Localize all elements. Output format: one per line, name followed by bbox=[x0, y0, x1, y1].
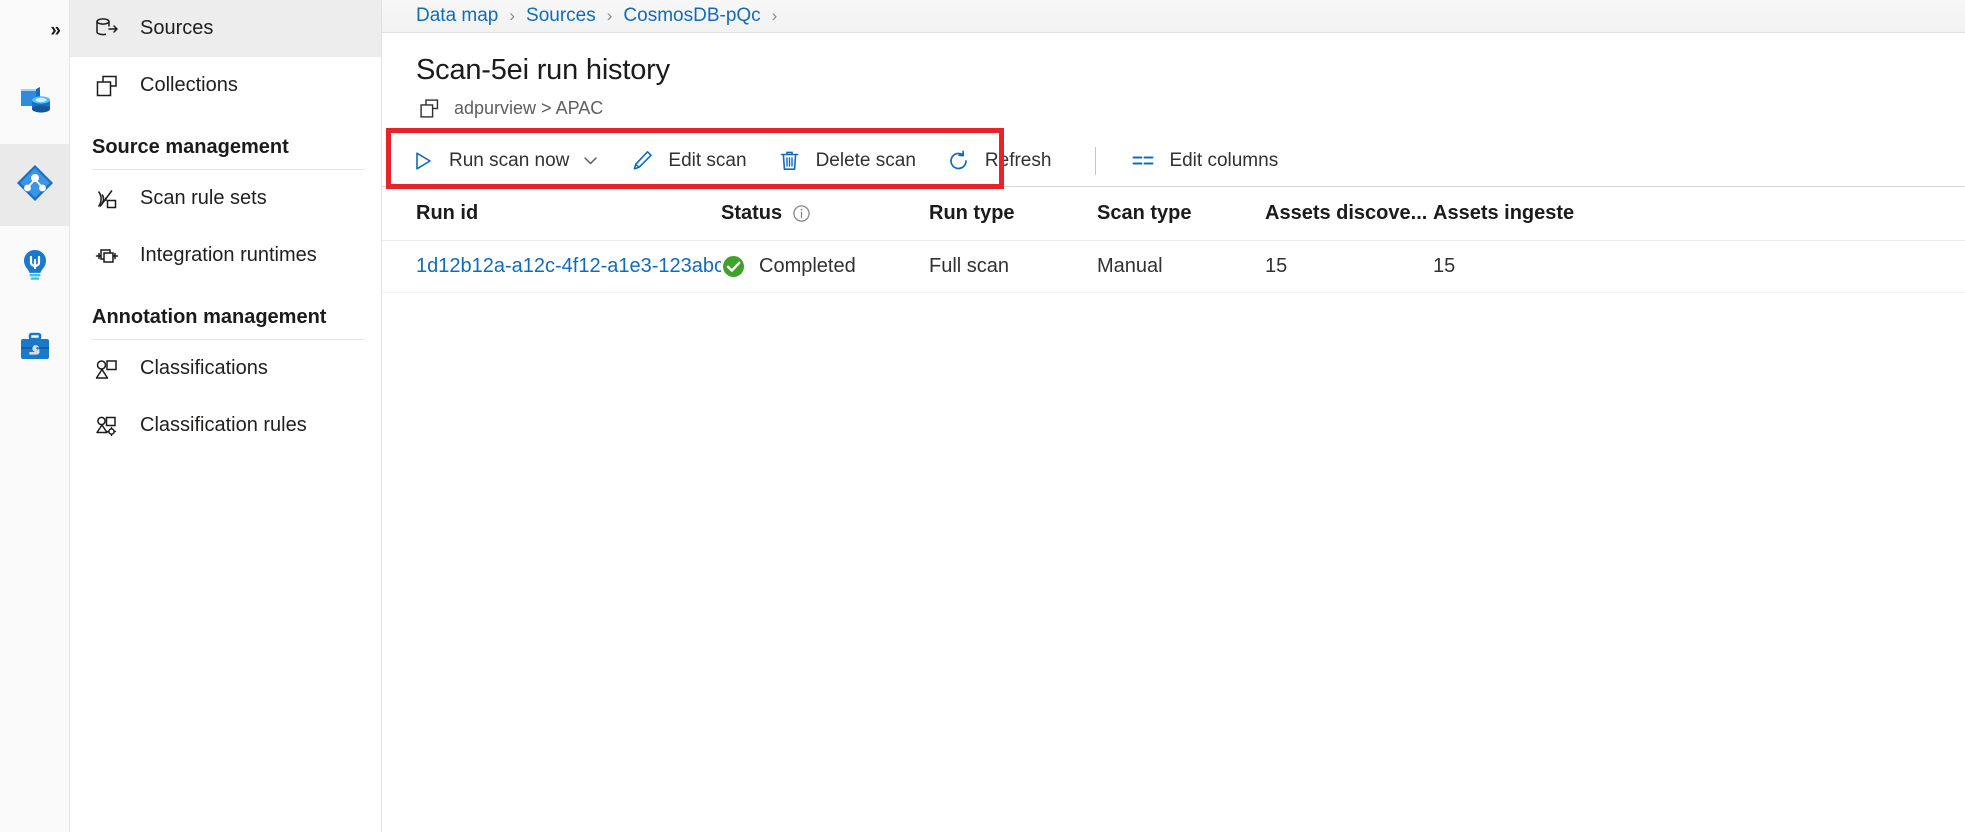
cell-scan-type: Manual bbox=[1097, 255, 1163, 277]
play-icon bbox=[410, 148, 436, 174]
collections-icon bbox=[92, 71, 122, 101]
expand-nav-label: » bbox=[50, 20, 60, 41]
edit-scan-label: Edit scan bbox=[668, 149, 747, 171]
edit-columns-icon bbox=[1130, 148, 1156, 174]
pencil-icon bbox=[629, 148, 655, 174]
chevron-down-icon[interactable] bbox=[582, 152, 599, 169]
sidebar-item-scan-rule-sets-label: Scan rule sets bbox=[140, 187, 267, 209]
status-badge: Completed bbox=[759, 255, 856, 277]
nav-group-source-management: Source management bbox=[92, 136, 289, 158]
column-header-assets-ingested[interactable]: Assets ingeste bbox=[1433, 202, 1601, 225]
secondary-nav-pane: Sources Collections Source management Sc… bbox=[70, 0, 382, 832]
cell-run-type: Full scan bbox=[929, 255, 1010, 277]
app-root: » Sources Collections Source management … bbox=[0, 0, 1965, 832]
trash-icon bbox=[777, 148, 803, 174]
command-bar-divider bbox=[1095, 146, 1097, 175]
breadcrumb-item-cosmosdb[interactable]: CosmosDB-pQc bbox=[623, 5, 760, 27]
page-subtitle-text: adpurview > APAC bbox=[454, 97, 604, 118]
refresh-label: Refresh bbox=[984, 149, 1052, 171]
expand-nav-button[interactable]: » bbox=[0, 0, 69, 62]
breadcrumb-separator-1: › bbox=[509, 6, 516, 25]
scan-rule-sets-icon bbox=[92, 184, 122, 214]
sidebar-item-integration-runtimes-label: Integration runtimes bbox=[140, 244, 317, 266]
nav-group-annotation-management: Annotation management bbox=[92, 306, 327, 328]
breadcrumb-separator-2: › bbox=[606, 6, 613, 25]
rail-item-data-catalog[interactable] bbox=[0, 62, 69, 144]
table-header-row: Run id Status Run type Scan type Assets … bbox=[382, 187, 1965, 241]
breadcrumb-item-data-map[interactable]: Data map bbox=[416, 5, 498, 27]
delete-scan-label: Delete scan bbox=[815, 149, 916, 171]
sidebar-item-classifications-label: Classifications bbox=[140, 357, 268, 379]
integration-runtimes-icon bbox=[92, 241, 122, 271]
run-history-table: Run id Status Run type Scan type Assets … bbox=[382, 187, 1965, 293]
refresh-button[interactable]: Refresh bbox=[934, 139, 1064, 183]
sidebar-item-scan-rule-sets[interactable]: Scan rule sets bbox=[70, 170, 381, 227]
column-header-assets-discovered-label: Assets discove... bbox=[1265, 202, 1428, 224]
classifications-icon bbox=[92, 354, 122, 384]
column-header-scan-type[interactable]: Scan type bbox=[1097, 202, 1265, 225]
command-bar-wrapper: Run scan now Edit scan Delete scan Refre… bbox=[382, 128, 1965, 189]
sidebar-item-classification-rules[interactable]: Classification rules bbox=[70, 397, 381, 454]
refresh-icon bbox=[946, 148, 972, 174]
management-icon bbox=[17, 329, 53, 370]
column-header-assets-discovered[interactable]: Assets discove... bbox=[1265, 202, 1433, 225]
collection-icon bbox=[416, 95, 442, 121]
column-header-run-type-label: Run type bbox=[929, 202, 1015, 224]
check-circle-icon bbox=[721, 254, 746, 279]
column-header-status[interactable]: Status bbox=[721, 202, 929, 225]
edit-columns-label: Edit columns bbox=[1169, 149, 1279, 171]
table-row[interactable]: 1d12b12a-a12c-4f12-a1e3-123abcd Complete… bbox=[382, 241, 1965, 293]
column-header-scan-type-label: Scan type bbox=[1097, 202, 1192, 224]
left-icon-rail: » bbox=[0, 0, 70, 832]
edit-columns-button[interactable]: Edit columns bbox=[1118, 139, 1290, 183]
rail-item-management[interactable] bbox=[0, 308, 69, 390]
cell-assets-ingested: 15 bbox=[1433, 255, 1456, 277]
cell-status: Completed bbox=[721, 254, 929, 279]
sidebar-item-sources-label: Sources bbox=[140, 17, 214, 39]
breadcrumb: Data map › Sources › CosmosDB-pQc › bbox=[382, 0, 1965, 33]
column-header-status-label: Status bbox=[721, 202, 783, 224]
sources-icon bbox=[92, 14, 122, 44]
page-header: Scan-5ei run history adpurview > APAC bbox=[382, 33, 1965, 121]
breadcrumb-separator-3: › bbox=[771, 6, 778, 25]
column-header-assets-ingested-label: Assets ingeste bbox=[1433, 202, 1575, 224]
edit-scan-button[interactable]: Edit scan bbox=[617, 139, 758, 183]
classification-rules-icon bbox=[92, 411, 122, 441]
main-content: Data map › Sources › CosmosDB-pQc › Scan… bbox=[382, 0, 1965, 832]
sidebar-item-collections[interactable]: Collections bbox=[70, 57, 381, 114]
cell-run-id: 1d12b12a-a12c-4f12-a1e3-123abcd bbox=[416, 255, 721, 278]
info-icon[interactable] bbox=[792, 204, 811, 223]
delete-scan-button[interactable]: Delete scan bbox=[765, 139, 928, 183]
breadcrumb-item-sources[interactable]: Sources bbox=[526, 5, 596, 27]
column-header-run-id-label: Run id bbox=[416, 202, 479, 224]
sidebar-item-collections-label: Collections bbox=[140, 74, 238, 96]
cell-assets-discovered: 15 bbox=[1265, 255, 1288, 277]
run-scan-now-button[interactable]: Run scan now bbox=[398, 139, 611, 183]
data-catalog-icon bbox=[16, 82, 54, 125]
data-map-icon bbox=[15, 163, 55, 208]
sidebar-item-classifications[interactable]: Classifications bbox=[70, 340, 381, 397]
sidebar-item-sources[interactable]: Sources bbox=[70, 0, 381, 57]
command-bar: Run scan now Edit scan Delete scan Refre… bbox=[382, 135, 1965, 187]
run-id-link[interactable]: 1d12b12a-a12c-4f12-a1e3-123abcd bbox=[416, 255, 721, 278]
rail-item-data-insights[interactable] bbox=[0, 226, 69, 308]
run-scan-now-label: Run scan now bbox=[449, 149, 570, 171]
column-header-run-type[interactable]: Run type bbox=[929, 202, 1097, 225]
data-insights-icon bbox=[17, 247, 53, 288]
page-title: Scan-5ei run history bbox=[416, 54, 670, 86]
page-subtitle: adpurview > APAC bbox=[416, 95, 1965, 121]
sidebar-item-integration-runtimes[interactable]: Integration runtimes bbox=[70, 227, 381, 284]
sidebar-item-classification-rules-label: Classification rules bbox=[140, 414, 307, 436]
rail-item-data-map[interactable] bbox=[0, 144, 69, 226]
column-header-run-id[interactable]: Run id bbox=[416, 202, 721, 225]
